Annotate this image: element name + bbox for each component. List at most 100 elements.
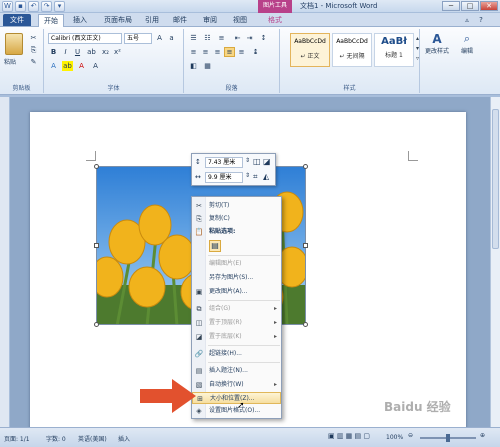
styles-scroll-icon[interactable]: ▴ ▾ ▿ (416, 34, 422, 64)
zoom-level[interactable]: 100% (386, 434, 403, 441)
distributed-icon[interactable]: ≡ (236, 47, 247, 57)
ribbon-minimize-icon[interactable]: ▵ (462, 14, 472, 27)
font-name-select[interactable]: Calibri (西文正文) (48, 33, 122, 44)
menu-item-wrap-text[interactable]: ▧ 自动换行(W) ▸ (192, 379, 281, 391)
zoom-out-icon[interactable]: ⊖ (408, 432, 413, 439)
style-heading-1[interactable]: AaBł 标题 1 (374, 33, 414, 67)
tab-file[interactable]: 文件 (3, 14, 31, 26)
minimize-button[interactable]: ─ (442, 1, 460, 11)
caption-icon: ▤ (195, 367, 203, 375)
underline-icon[interactable]: U (72, 47, 83, 57)
menu-item-send-to-back: ◪ 置于底层(K) ▸ (192, 331, 281, 343)
align-right-icon[interactable]: ≡ (212, 47, 223, 57)
shading-icon[interactable]: ◧ (188, 61, 199, 71)
sort-icon[interactable]: ↕ (258, 33, 269, 43)
format-painter-icon[interactable]: ✎ (28, 57, 39, 67)
change-styles-button[interactable]: A 更改样式 (424, 32, 450, 66)
word-logo-icon[interactable]: W (2, 1, 13, 12)
cut-icon[interactable]: ✂ (28, 33, 39, 43)
menu-item-change-picture[interactable]: ▣ 更改图片(A)... (192, 286, 281, 298)
multilevel-list-icon[interactable]: ≡ (216, 33, 227, 43)
shape-fill-icon[interactable]: ◭ (263, 172, 269, 181)
scrollbar-thumb[interactable] (492, 109, 499, 249)
align-left-icon[interactable]: ≡ (188, 47, 199, 57)
send-backward-icon[interactable]: ◪ (263, 157, 271, 166)
tab-format[interactable]: 格式 (260, 14, 290, 27)
width-input[interactable]: 9.9 厘米 (205, 172, 243, 183)
menu-item-cut[interactable]: ✂ 剪切(T) (192, 200, 281, 212)
zoom-slider-thumb[interactable] (446, 434, 450, 442)
insert-mode[interactable]: 插入 (118, 434, 130, 443)
resize-handle[interactable] (303, 164, 308, 169)
tab-references[interactable]: 引用 (140, 14, 164, 27)
borders-icon[interactable]: ▦ (202, 61, 213, 71)
subscript-icon[interactable]: x₂ (100, 47, 111, 57)
paste-keep-format-icon[interactable]: ▤ (209, 240, 221, 252)
menu-item-save-as-picture[interactable]: 另存为图片(S)... (192, 272, 281, 284)
tab-insert[interactable]: 插入 (68, 14, 92, 27)
font-size-select[interactable]: 五号 (124, 33, 152, 44)
tab-review[interactable]: 审阅 (198, 14, 222, 27)
resize-handle[interactable] (94, 243, 99, 248)
close-button[interactable]: ✕ (480, 1, 498, 11)
editing-button[interactable]: ⌕ 编辑 (454, 32, 480, 66)
document-title: 文档1 - Microsoft Word (300, 2, 378, 10)
tab-home[interactable]: 开始 (38, 14, 64, 27)
menu-separator (208, 255, 280, 256)
text-effect-icon[interactable]: A (48, 61, 59, 71)
bullets-icon[interactable]: ☰ (188, 33, 199, 43)
menu-item-hyperlink[interactable]: 🔗 超链接(H)... (192, 348, 281, 360)
save-icon[interactable]: ▪ (15, 1, 26, 12)
menu-item-paste-options: 📋 粘贴选项: (192, 226, 281, 238)
superscript-icon[interactable]: x² (112, 47, 123, 57)
justify-icon[interactable]: ≡ (224, 47, 235, 57)
increase-indent-icon[interactable]: ⇥ (244, 33, 255, 43)
resize-handle[interactable] (94, 322, 99, 327)
copy-icon[interactable]: ⎘ (28, 45, 39, 55)
word-count[interactable]: 字数: 0 (46, 434, 66, 443)
tab-page-layout[interactable]: 页面布局 (98, 14, 138, 27)
menu-item-copy[interactable]: ⎘ 复制(C) (192, 213, 281, 225)
menu-item-label: 大小和位置(Z)... (210, 395, 255, 402)
italic-icon[interactable]: I (60, 47, 71, 57)
grow-font-icon[interactable]: A (154, 33, 165, 43)
paste-icon[interactable] (5, 33, 23, 55)
page-count[interactable]: 页面: 1/1 (4, 434, 30, 443)
align-center-icon[interactable]: ≡ (200, 47, 211, 57)
vertical-scrollbar[interactable] (490, 97, 500, 427)
paste-label[interactable]: 粘贴 (4, 57, 16, 66)
resize-handle[interactable] (303, 322, 308, 327)
style-no-spacing[interactable]: AaBbCcDd ↵ 无间隔 (332, 33, 372, 67)
tab-mailings[interactable]: 邮件 (168, 14, 192, 27)
bring-forward-icon[interactable]: ◫ (253, 157, 261, 166)
width-spinner-icon[interactable]: ⇕ (245, 172, 250, 179)
line-spacing-icon[interactable]: ↨ (250, 47, 261, 57)
undo-icon[interactable]: ↶ (28, 1, 39, 12)
char-shading-icon[interactable]: A (90, 61, 101, 71)
decrease-indent-icon[interactable]: ⇤ (232, 33, 243, 43)
menu-item-label: 更改图片(A)... (209, 288, 248, 295)
menu-item-insert-caption[interactable]: ▤ 插入题注(N)... (192, 365, 281, 377)
qat-dropdown-icon[interactable]: ▾ (54, 1, 65, 12)
redo-icon[interactable]: ↷ (41, 1, 52, 12)
language-status[interactable]: 英语(美国) (78, 434, 107, 443)
strikethrough-icon[interactable]: ab (86, 47, 97, 57)
zoom-in-icon[interactable]: ⊕ (480, 432, 485, 439)
crop-icon[interactable]: ⌗ (253, 172, 258, 182)
resize-handle[interactable] (303, 243, 308, 248)
style-name: ↵ 正文 (300, 53, 320, 60)
tab-view[interactable]: 视图 (228, 14, 252, 27)
resize-handle[interactable] (94, 164, 99, 169)
style-normal[interactable]: AaBbCcDd ↵ 正文 (290, 33, 330, 67)
maximize-button[interactable]: □ (461, 1, 479, 11)
numbering-icon[interactable]: ☷ (202, 33, 213, 43)
help-icon[interactable]: ? (476, 14, 486, 27)
highlight-icon[interactable]: ab (62, 61, 73, 71)
font-color-icon[interactable]: A (76, 61, 87, 71)
height-spinner-icon[interactable]: ⇕ (245, 157, 250, 164)
status-bar: 页面: 1/1 字数: 0 英语(美国) 插入 ▣ ▥ ▦ ▤ ▢ 100% ⊖… (0, 427, 500, 447)
height-input[interactable]: 7.43 厘米 (205, 157, 243, 168)
view-buttons-icon[interactable]: ▣ ▥ ▦ ▤ ▢ (328, 432, 370, 440)
bold-icon[interactable]: B (48, 47, 59, 57)
shrink-font-icon[interactable]: a (166, 33, 177, 43)
